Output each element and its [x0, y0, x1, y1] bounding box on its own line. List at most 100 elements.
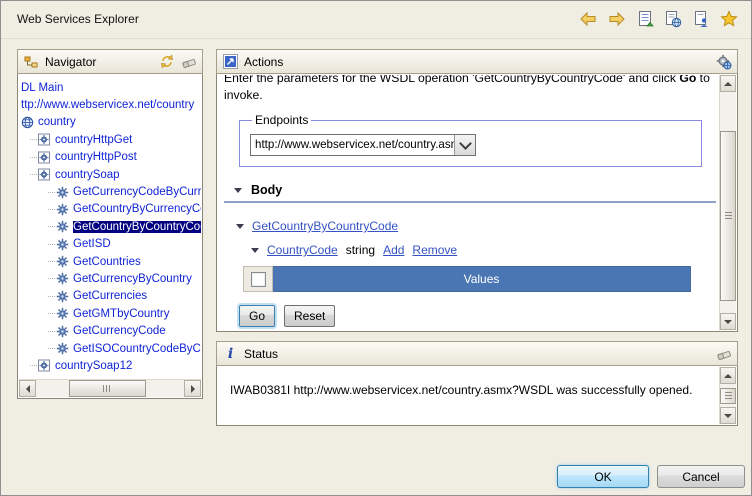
- add-link[interactable]: Add: [383, 243, 404, 257]
- actions-vertical-scrollbar[interactable]: [719, 75, 736, 330]
- scroll-thumb[interactable]: [720, 388, 736, 404]
- scroll-up-icon[interactable]: [720, 75, 736, 92]
- tree-item[interactable]: GetCurrencyByCountry: [19, 270, 201, 287]
- ok-button[interactable]: OK: [557, 465, 649, 488]
- reset-button[interactable]: Reset: [284, 305, 335, 327]
- navigator-body: DL Main ttp://www.webservicex.net/countr…: [17, 74, 203, 399]
- gear-globe-icon[interactable]: [715, 54, 732, 70]
- status-message: IWAB0381I http://www.webservicex.net/cou…: [217, 366, 737, 397]
- titlebar: Web Services Explorer: [1, 1, 751, 39]
- tree-item-label[interactable]: ttp://www.webservicex.net/country: [21, 99, 194, 111]
- tree-item[interactable]: countryHttpGet: [19, 131, 201, 148]
- endpoint-select[interactable]: http://www.webservicex.net/country.asmx: [250, 134, 476, 156]
- parameter-link[interactable]: CountryCode: [267, 243, 338, 257]
- operation-icon: [56, 238, 70, 251]
- status-panel: i Status IWAB0381I http://www.webservice…: [216, 341, 738, 426]
- tree-item[interactable]: countrySoap: [19, 166, 201, 183]
- tree-item[interactable]: GetCountries: [19, 253, 201, 270]
- navigator-tree[interactable]: DL Main ttp://www.webservicex.net/countr…: [19, 75, 201, 380]
- status-title: Status: [244, 347, 278, 361]
- forward-icon[interactable]: [606, 8, 627, 29]
- tree-item[interactable]: DL Main: [19, 79, 201, 96]
- tree-item[interactable]: GetCurrencies: [19, 288, 201, 305]
- tree-item[interactable]: country: [19, 114, 201, 131]
- tree-item-label[interactable]: GetCountries: [73, 256, 141, 268]
- scroll-track[interactable]: [36, 380, 184, 397]
- tree-item-label[interactable]: GetCountryByCountryCode: [73, 221, 201, 233]
- parameter-type: string: [346, 243, 375, 257]
- cancel-button[interactable]: Cancel: [657, 465, 745, 488]
- tree-item-label[interactable]: countrySoap12: [55, 360, 132, 372]
- toolbar: [578, 8, 739, 29]
- navigator-title: Navigator: [45, 55, 96, 69]
- clear-icon[interactable]: [715, 346, 732, 362]
- tree-item[interactable]: GetISOCountryCodeByCoun: [19, 340, 201, 357]
- tree-item[interactable]: GetCountryByCurrencyCod: [19, 201, 201, 218]
- scroll-left-icon[interactable]: [19, 380, 36, 397]
- clear-icon[interactable]: [180, 54, 197, 70]
- favorites-icon[interactable]: [718, 8, 739, 29]
- tree-item[interactable]: countryHttpPost: [19, 149, 201, 166]
- select-all-checkbox[interactable]: [251, 272, 266, 287]
- scroll-down-icon[interactable]: [720, 407, 736, 424]
- tree-item-label[interactable]: GetCountryByCurrencyCod: [73, 203, 201, 215]
- tree-item[interactable]: GetCurrencyCode: [19, 322, 201, 339]
- tree-item-label[interactable]: GetCurrencyByCountry: [73, 273, 192, 285]
- globe-icon: [21, 116, 35, 129]
- body-section-header: Body: [234, 183, 719, 197]
- section-divider: [224, 201, 716, 203]
- status-body: IWAB0381I http://www.webservicex.net/cou…: [216, 366, 738, 426]
- back-icon[interactable]: [578, 8, 599, 29]
- tree-item[interactable]: GetCountryByCountryCode: [19, 218, 201, 235]
- actions-panel: Actions Enter the parameters for the WSD…: [216, 49, 738, 332]
- navigator-header: Navigator: [17, 49, 203, 74]
- values-column-header: Values: [273, 266, 691, 292]
- collapse-operation-icon[interactable]: [236, 224, 244, 229]
- status-vertical-scrollbar[interactable]: [719, 367, 736, 424]
- operation-icon: [56, 325, 70, 338]
- parameter-row: CountryCode string Add Remove: [251, 243, 719, 257]
- collapse-parameter-icon[interactable]: [251, 248, 259, 253]
- tree-item-label[interactable]: GetGMTbyCountry: [73, 308, 170, 320]
- scroll-up-icon[interactable]: [720, 367, 736, 384]
- endpoint-selected-value: http://www.webservicex.net/country.asmx: [251, 135, 454, 155]
- scroll-down-icon[interactable]: [720, 313, 736, 330]
- binding-icon: [38, 151, 52, 164]
- tree-item-label[interactable]: GetCurrencyCodeByCurrenc: [73, 186, 201, 198]
- tree-item[interactable]: countrySoap12: [19, 357, 201, 374]
- tree-item-label[interactable]: GetISD: [73, 238, 111, 250]
- tree-item[interactable]: ttp://www.webservicex.net/country: [19, 96, 201, 113]
- tree-item[interactable]: GetISD: [19, 236, 201, 253]
- remove-link[interactable]: Remove: [412, 243, 457, 257]
- go-button[interactable]: Go: [239, 305, 275, 327]
- combo-dropdown-icon[interactable]: [454, 135, 475, 155]
- form-view-icon[interactable]: [634, 8, 655, 29]
- navigator-horizontal-scrollbar[interactable]: [19, 379, 201, 397]
- tree-item[interactable]: GetGMTbyCountry: [19, 305, 201, 322]
- collapse-body-icon[interactable]: [234, 188, 242, 193]
- operation-icon: [56, 220, 70, 233]
- operation-link[interactable]: GetCountryByCountryCode: [252, 219, 398, 233]
- window-title: Web Services Explorer: [17, 12, 139, 26]
- launch-wse-icon[interactable]: [690, 8, 711, 29]
- tree-item-label[interactable]: countryHttpPost: [55, 151, 137, 163]
- tree-item[interactable]: GetCurrencyCodeByCurrenc: [19, 183, 201, 200]
- browser-page-icon[interactable]: [662, 8, 683, 29]
- tree-item-label[interactable]: GetCurrencyCode: [73, 325, 166, 337]
- scroll-thumb[interactable]: [720, 131, 736, 301]
- tree-item-label[interactable]: countrySoap: [55, 169, 120, 181]
- tree-item-label[interactable]: country: [38, 116, 76, 128]
- refresh-icon[interactable]: [158, 54, 175, 70]
- scroll-thumb[interactable]: [69, 380, 146, 397]
- tree-item-label[interactable]: countryHttpGet: [55, 134, 132, 146]
- tree-item-label[interactable]: GetISOCountryCodeByCoun: [73, 343, 201, 355]
- actions-icon: [222, 54, 239, 70]
- body-section-title: Body: [251, 183, 282, 197]
- scroll-right-icon[interactable]: [184, 380, 201, 397]
- actions-header: Actions: [216, 49, 738, 74]
- binding-icon: [38, 168, 52, 181]
- operation-row: GetCountryByCountryCode: [236, 219, 719, 233]
- operation-icon: [56, 186, 70, 199]
- tree-item-label[interactable]: DL Main: [21, 82, 63, 94]
- tree-item-label[interactable]: GetCurrencies: [73, 290, 147, 302]
